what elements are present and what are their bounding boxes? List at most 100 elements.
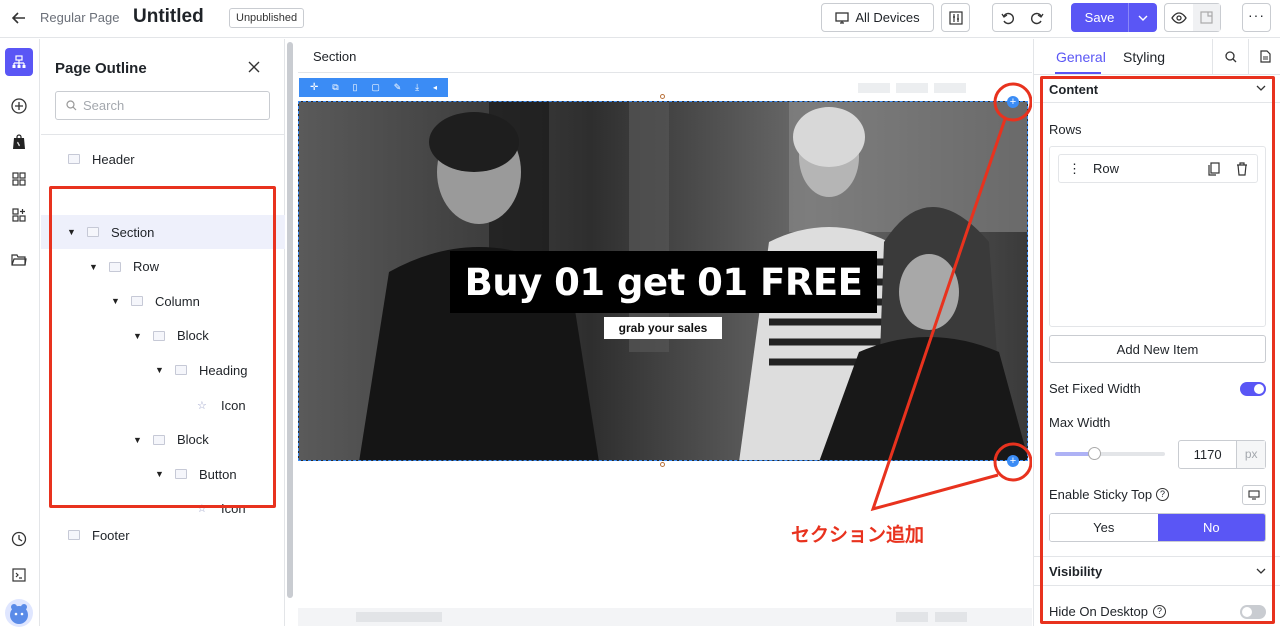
hide-desktop-toggle[interactable]: [1240, 605, 1266, 619]
close-icon[interactable]: [248, 61, 260, 73]
outline-item-button[interactable]: ▼ Button: [41, 457, 285, 491]
caret-down-icon[interactable]: ▼: [111, 296, 121, 306]
page-outline-panel: Page Outline Search Header ▼ Section ▼ Row ▼…: [41, 39, 285, 626]
caret-down-icon[interactable]: ▼: [89, 262, 99, 272]
folder-icon[interactable]: [8, 248, 30, 270]
outline-item-label: Block: [177, 432, 209, 448]
visibility-title: Visibility: [1049, 564, 1103, 579]
page-title[interactable]: Untitled: [133, 6, 204, 28]
properties-panel: General Styling Content Rows ⋮ Row Add N…: [1033, 39, 1280, 626]
outline-item-section[interactable]: ▼ Section: [41, 215, 285, 249]
add-element-icon[interactable]: [8, 95, 30, 117]
apps-icon[interactable]: [8, 204, 30, 226]
caret-down-icon[interactable]: ▼: [67, 227, 77, 237]
tab-general[interactable]: General: [1056, 49, 1106, 65]
rows-label: Rows: [1049, 122, 1082, 137]
fixed-width-toggle[interactable]: [1240, 382, 1266, 396]
outline-item-label: Heading: [199, 362, 248, 378]
outline-item-block[interactable]: ▼ Block: [41, 423, 285, 457]
button-element-icon: [175, 469, 187, 480]
row-element-icon: [109, 261, 121, 272]
editor-canvas: Section ✛ ⧉ ▯ ▢ ✎ ⤓ ◂ Buy 01 get 01 FREE…: [298, 39, 1032, 626]
slider-thumb[interactable]: [1088, 447, 1101, 460]
option-label: Yes: [1093, 520, 1115, 535]
shopify-bag-icon[interactable]: [8, 131, 30, 153]
eye-icon[interactable]: [1165, 11, 1193, 24]
tab-label: Styling: [1123, 49, 1166, 65]
terminal-icon[interactable]: [8, 564, 30, 586]
sliders-icon: [948, 10, 963, 25]
toggle-knob: [1254, 384, 1264, 394]
save-label: Save: [1084, 10, 1115, 25]
caret-down-icon[interactable]: ▼: [155, 469, 165, 479]
outline-item-header[interactable]: Header: [41, 142, 285, 176]
outline-item-footer[interactable]: Footer: [41, 518, 285, 552]
outline-item-row[interactable]: ▼ Row: [41, 250, 285, 284]
publish-icon[interactable]: [1192, 4, 1220, 31]
undo-icon[interactable]: [993, 11, 1022, 25]
user-avatar[interactable]: [5, 599, 33, 627]
block-element-icon: [153, 434, 165, 445]
sticky-no-option[interactable]: No: [1157, 514, 1265, 541]
save-options-button[interactable]: [1128, 3, 1157, 32]
outline-item-label: Icon: [221, 501, 246, 517]
star-icon: ☆: [197, 503, 207, 516]
panel-search-button[interactable]: [1212, 39, 1248, 74]
help-icon: ?: [1153, 605, 1166, 618]
outline-search-field[interactable]: Search: [55, 91, 270, 120]
outline-item-label: Header: [92, 151, 135, 167]
sticky-yes-option[interactable]: Yes: [1050, 514, 1158, 541]
caret-down-icon[interactable]: ▼: [133, 331, 143, 341]
hide-desktop-label: Hide On Desktop: [1049, 604, 1148, 619]
save-button[interactable]: Save: [1071, 3, 1128, 32]
outline-item-label: Section: [111, 224, 155, 240]
redo-icon[interactable]: [1022, 11, 1051, 25]
more-options-button[interactable]: ···: [1242, 3, 1271, 32]
outline-item-block[interactable]: ▼ Block: [41, 319, 285, 353]
duplicate-icon[interactable]: [1208, 162, 1220, 176]
back-arrow-icon[interactable]: [10, 8, 28, 28]
section-element-icon: [87, 227, 99, 237]
rows-list: ⋮ Row: [1049, 146, 1266, 327]
chevron-down-icon: [1256, 85, 1266, 91]
device-selector[interactable]: All Devices: [821, 3, 934, 32]
outline-item-label: Block: [177, 328, 209, 344]
desktop-icon[interactable]: [1242, 485, 1266, 505]
tab-styling[interactable]: Styling: [1123, 49, 1165, 65]
caret-down-icon[interactable]: ▼: [133, 435, 143, 445]
search-icon: [66, 100, 77, 111]
outline-tree-icon[interactable]: [5, 48, 33, 76]
outline-item-label: Row: [133, 259, 160, 275]
visibility-section-header[interactable]: Visibility: [1034, 557, 1280, 586]
max-width-slider[interactable]: [1055, 447, 1165, 460]
outline-item-heading[interactable]: ▼ Heading: [41, 353, 285, 387]
trash-icon[interactable]: [1236, 162, 1248, 176]
settings-sliders-button[interactable]: [941, 3, 970, 32]
add-new-item-button[interactable]: Add New Item: [1049, 335, 1266, 363]
grid-icon[interactable]: [8, 168, 30, 190]
row-list-item[interactable]: ⋮ Row: [1058, 154, 1258, 183]
header-block-icon: [68, 154, 80, 164]
drag-handle-icon[interactable]: ⋮: [1068, 162, 1081, 175]
chevron-down-icon: [1256, 568, 1266, 574]
option-label: No: [1202, 520, 1220, 535]
panel-doc-button[interactable]: [1248, 39, 1280, 74]
max-width-input[interactable]: 1170 px: [1178, 440, 1266, 469]
caret-down-icon[interactable]: ▼: [155, 365, 165, 375]
fixed-width-label: Set Fixed Width: [1049, 381, 1141, 396]
history-clock-icon[interactable]: [8, 528, 30, 550]
footer-block-icon: [68, 530, 80, 540]
outline-item-icon[interactable]: ☆ Icon: [41, 388, 285, 422]
page-type-label: Regular Page: [40, 10, 120, 25]
outline-title: Page Outline: [55, 60, 147, 77]
search-icon: [1224, 50, 1237, 63]
outline-scrollbar[interactable]: [287, 42, 293, 598]
undo-redo-group: [992, 3, 1052, 32]
device-label: All Devices: [855, 10, 920, 25]
outline-item-column[interactable]: ▼ Column: [41, 284, 285, 318]
tab-label: General: [1056, 49, 1106, 65]
content-section-header[interactable]: Content: [1034, 75, 1280, 103]
toggle-knob: [1242, 607, 1252, 617]
outline-item-label: Footer: [92, 527, 130, 543]
annotation-text: セクション追加: [791, 524, 925, 546]
